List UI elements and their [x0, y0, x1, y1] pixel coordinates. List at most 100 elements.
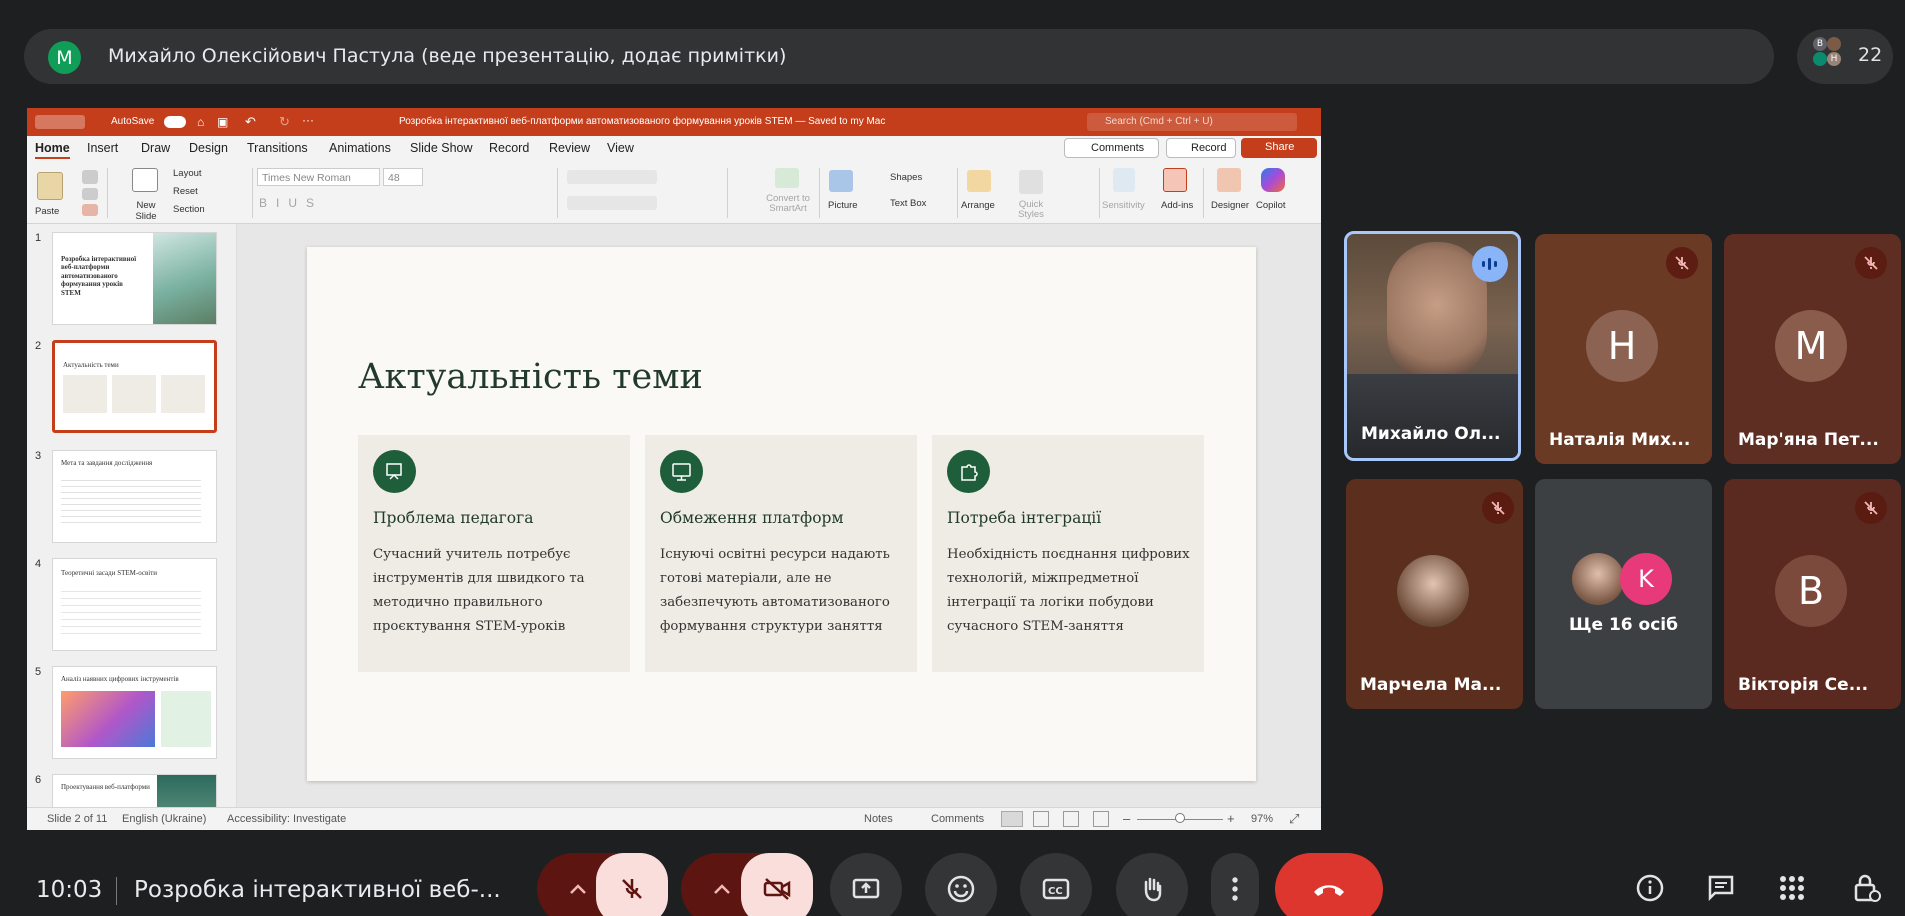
section-button[interactable]: Section: [173, 204, 205, 215]
fit-slide-icon[interactable]: ⤢: [1289, 811, 1299, 827]
font-format-icons[interactable]: BIUS: [259, 196, 323, 210]
zoom-level[interactable]: 97%: [1251, 813, 1273, 825]
normal-view-icon[interactable]: [1001, 811, 1023, 827]
tab-animations[interactable]: Animations: [329, 141, 391, 155]
save-icon[interactable]: ▣: [217, 115, 228, 129]
new-slide-icon[interactable]: [132, 168, 158, 192]
thumb-number: 6: [35, 774, 42, 786]
font-size-select[interactable]: 48: [383, 168, 423, 186]
autosave-toggle[interactable]: [164, 116, 186, 128]
tab-home[interactable]: Home: [35, 141, 70, 159]
window-controls[interactable]: [35, 115, 85, 129]
font-family-select[interactable]: Times New Roman: [257, 168, 380, 186]
cut-icon[interactable]: [82, 170, 98, 184]
raise-hand-button[interactable]: [1116, 853, 1188, 916]
reset-button[interactable]: Reset: [173, 186, 198, 197]
tab-slide-show[interactable]: Slide Show: [410, 141, 473, 155]
current-slide[interactable]: Актуальність теми Проблема педагога Суча…: [307, 247, 1256, 781]
thumb-title: Мета та завдання дослідження: [61, 459, 153, 467]
slide-thumbnail-5[interactable]: Аналіз наявних цифрових інструментів: [52, 666, 217, 759]
slide-thumbnail-1[interactable]: Розробка інтерактивної веб-платформи авт…: [52, 232, 217, 325]
card-integration: Потреба інтеграції Необхідність поєднанн…: [932, 435, 1204, 672]
meeting-details-button[interactable]: [1634, 872, 1666, 904]
slideshow-view-icon[interactable]: [1093, 811, 1109, 827]
tab-design[interactable]: Design: [189, 141, 228, 155]
more-icon[interactable]: ···: [302, 113, 314, 127]
mic-off-icon: [1666, 247, 1698, 279]
shapes-button[interactable]: Shapes: [890, 172, 922, 183]
participant-avatar: Н: [1827, 52, 1841, 66]
copilot-icon[interactable]: [1261, 168, 1285, 192]
sensitivity-icon[interactable]: [1113, 168, 1135, 192]
tab-review[interactable]: Review: [549, 141, 590, 155]
participant-tile[interactable]: Марчела Ма...: [1346, 479, 1523, 709]
host-controls-button[interactable]: [1850, 872, 1882, 904]
more-participants-tile[interactable]: K Ще 16 осіб: [1535, 479, 1712, 709]
sorter-view-icon[interactable]: [1033, 811, 1049, 827]
powerpoint-window: AutoSave ⌂ ▣ ↶ ↻ ··· Розробка інтерактив…: [27, 108, 1321, 830]
participant-tile[interactable]: Н Наталія Мих...: [1535, 234, 1712, 464]
record-button[interactable]: Record: [1166, 138, 1236, 158]
designer-icon[interactable]: [1217, 168, 1241, 192]
slide-counter: Slide 2 of 11: [47, 813, 108, 825]
leave-call-button[interactable]: [1275, 853, 1383, 916]
activities-button[interactable]: [1776, 872, 1808, 904]
reactions-button[interactable]: [925, 853, 997, 916]
format-painter-icon[interactable]: [82, 204, 98, 216]
ribbon-tabs: Home Insert Draw Design Transitions Anim…: [27, 136, 1321, 160]
chat-button[interactable]: [1705, 872, 1737, 904]
ppt-status-bar: Slide 2 of 11 English (Ukraine) Accessib…: [27, 807, 1321, 830]
slide-thumbnail-6[interactable]: Проектування веб-платформи: [52, 774, 217, 807]
layout-button[interactable]: Layout: [173, 168, 202, 179]
status-comments-button[interactable]: Comments: [931, 813, 984, 825]
participant-name: Михайло Ол...: [1361, 424, 1501, 444]
zoom-in-icon[interactable]: +: [1227, 811, 1235, 826]
participant-tile[interactable]: М Мар'яна Пет...: [1724, 234, 1901, 464]
accessibility-status[interactable]: Accessibility: Investigate: [227, 813, 346, 825]
zoom-out-icon[interactable]: –: [1123, 811, 1130, 826]
redo-icon[interactable]: ↻: [279, 114, 290, 130]
zoom-thumb[interactable]: [1175, 813, 1185, 823]
tab-transitions[interactable]: Transitions: [247, 141, 308, 155]
camera-toggle-button[interactable]: [741, 853, 813, 916]
list-icons[interactable]: [567, 170, 657, 184]
undo-icon[interactable]: ↶: [245, 114, 256, 130]
align-icons[interactable]: [567, 196, 657, 210]
participants-button[interactable]: B Н 22: [1797, 29, 1893, 84]
add-ins-icon[interactable]: [1163, 168, 1187, 192]
captions-icon: CC: [1042, 878, 1070, 900]
share-button[interactable]: Share: [1241, 138, 1317, 158]
tab-view[interactable]: View: [607, 141, 634, 155]
tab-insert[interactable]: Insert: [87, 141, 118, 155]
mic-off-icon: [1482, 492, 1514, 524]
notes-button[interactable]: Notes: [864, 813, 893, 825]
slide-thumbnail-2[interactable]: Актуальність теми: [52, 340, 217, 433]
participant-tile[interactable]: В Вікторія Се...: [1724, 479, 1901, 709]
language-status[interactable]: English (Ukraine): [122, 813, 206, 825]
reading-view-icon[interactable]: [1063, 811, 1079, 827]
tab-record[interactable]: Record: [489, 141, 529, 155]
microphone-toggle-button[interactable]: [596, 853, 668, 916]
tab-draw[interactable]: Draw: [141, 141, 170, 155]
search-box[interactable]: Search (Cmd + Ctrl + U): [1087, 113, 1297, 131]
more-options-button[interactable]: [1211, 853, 1259, 916]
home-icon[interactable]: ⌂: [197, 115, 204, 129]
presentation-icon: [373, 450, 416, 493]
smartart-icon[interactable]: [775, 168, 799, 188]
picture-icon[interactable]: [829, 170, 853, 192]
quick-styles-icon[interactable]: [1019, 170, 1043, 194]
designer-label: Designer: [1211, 200, 1250, 211]
new-slide-label: New Slide: [135, 200, 157, 222]
paste-icon[interactable]: [37, 172, 63, 200]
participant-tile-speaker[interactable]: Михайло Ол...: [1344, 231, 1521, 461]
present-screen-button[interactable]: [830, 853, 902, 916]
document-title[interactable]: Розробка інтерактивної веб-платформи авт…: [399, 116, 885, 127]
comments-button[interactable]: Comments: [1064, 138, 1159, 158]
arrange-icon[interactable]: [967, 170, 991, 192]
captions-button[interactable]: CC: [1020, 853, 1092, 916]
slide-thumbnail-3[interactable]: Мета та завдання дослідження: [52, 450, 217, 543]
copy-icon[interactable]: [82, 188, 98, 200]
card-body: Необхідність поєднання цифрових технолог…: [947, 547, 1190, 634]
slide-thumbnail-4[interactable]: Теоретичні засади STEM-освіти: [52, 558, 217, 651]
text-box-button[interactable]: Text Box: [890, 198, 926, 209]
